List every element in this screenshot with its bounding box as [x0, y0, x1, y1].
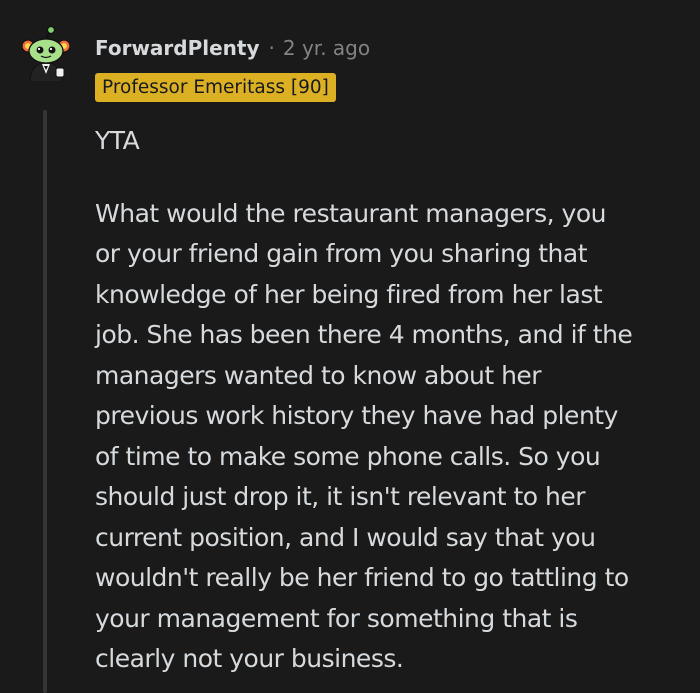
paragraph-line: or your friend gain from you sharing tha… [95, 239, 588, 268]
paragraph-line: your management for something that is [95, 603, 578, 633]
user-avatar[interactable] [20, 24, 72, 83]
comment-meta: ForwardPlenty · 2 yr. ago [95, 34, 370, 62]
paragraph-line: What would the restaurant managers, you [95, 198, 606, 228]
comment-timestamp[interactable]: 2 yr. ago [283, 36, 370, 60]
paragraph-line: managers wanted to know about her [95, 360, 542, 390]
comment: ForwardPlenty · 2 yr. ago Professor Emer… [0, 0, 700, 693]
username-link[interactable]: ForwardPlenty [95, 36, 260, 60]
paragraph-line: knowledge of her being fired from her la… [95, 279, 603, 309]
paragraph-line: job. She has been there 4 months, and if… [95, 320, 633, 349]
meta-separator: · [268, 36, 275, 60]
paragraph-line: should just drop it, it isn't relevant t… [95, 482, 586, 511]
paragraph-line: wouldn't really be her friend to go tatt… [95, 563, 629, 592]
paragraph-line: clearly not your business. [95, 644, 404, 673]
comment-paragraph: What would the restaurant managers, you … [95, 194, 675, 680]
comment-verdict: YTA [95, 126, 140, 155]
paragraph-line: current position, and I would say that y… [95, 522, 596, 552]
comment-body: YTA What would the restaurant managers, … [95, 121, 675, 680]
snoo-avatar-icon [21, 25, 71, 83]
user-flair: Professor Emeritass [90] [95, 73, 336, 102]
paragraph-line: of time to make some phone calls. So you [95, 441, 601, 471]
thread-collapse-line[interactable] [43, 110, 47, 693]
paragraph-line: previous work history they have had plen… [95, 401, 618, 430]
